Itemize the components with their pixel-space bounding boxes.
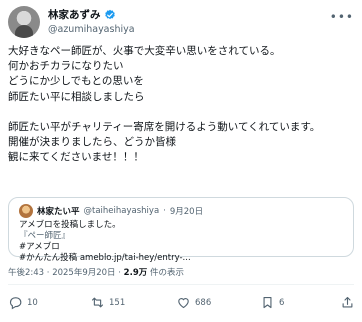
- reply-icon: [9, 297, 22, 310]
- quoted-line: #かんたん投稿 ameblo.jp/tai-hey/entry-...: [19, 253, 191, 263]
- post-date[interactable]: 2025年9月20日: [52, 268, 115, 278]
- view-count: 2.9万: [123, 268, 148, 278]
- like-button[interactable]: 686: [176, 295, 211, 310]
- quoted-author-handle: @taiheihayashiya: [83, 206, 160, 216]
- heart-icon: [178, 298, 189, 309]
- post-meta: 午後2:43 · 2025年9月20日 · 2.9万 件の表示: [8, 266, 184, 278]
- bookmark-icon: [263, 296, 272, 309]
- post-line: どうにか少しでもとの思いを: [8, 75, 144, 88]
- quoted-post-header: 林家たい平 @taiheihayashiya · 9月20日: [19, 204, 343, 218]
- reply-count: 10: [27, 297, 38, 308]
- post-line: 師匠たい平に相談しましたら: [8, 90, 145, 103]
- quoted-separator: ·: [163, 206, 166, 216]
- bookmark-count: 6: [279, 297, 285, 308]
- verified-badge-icon: [104, 9, 115, 19]
- bookmark-button[interactable]: 6: [260, 295, 284, 310]
- quoted-post[interactable]: 林家たい平 @taiheihayashiya · 9月20日 アメブロを投稿しま…: [8, 197, 354, 263]
- quoted-post-text: アメブロを投稿しました。 『ペー師匠』 #アメブロ #かんたん投稿 ameblo…: [19, 220, 343, 264]
- quoted-line: 『ペー師匠』: [19, 231, 71, 241]
- post-line: 開催が決まりましたら、どうか皆様: [8, 136, 176, 149]
- repost-count: 151: [109, 297, 126, 308]
- post-line: 観に来てくださいませ！！！: [8, 151, 144, 164]
- reply-button[interactable]: 10: [8, 295, 38, 310]
- like-count: 686: [195, 297, 212, 308]
- post-text: 大好きなペー師匠が、火事で大変辛い思いをされている。 何かおチカラになりたい ど…: [8, 44, 354, 165]
- view-count-suffix: 件の表示: [149, 268, 184, 278]
- post-line: 何かおチカラになりたい: [8, 60, 124, 73]
- quoted-author-name: 林家たい平: [37, 207, 80, 217]
- repost-icon: [91, 297, 104, 308]
- author-handle[interactable]: @azumihayashiya: [48, 24, 135, 35]
- repost-button[interactable]: 151: [90, 295, 125, 310]
- post-line-gap: [8, 105, 354, 120]
- quoted-line: #アメブロ: [19, 242, 60, 252]
- share-button[interactable]: [340, 295, 355, 310]
- post-header: 林家あずみ @azumihayashiya •••: [8, 6, 354, 40]
- author-display-name[interactable]: 林家あずみ: [48, 7, 101, 22]
- quoted-post-date: 9月20日: [169, 207, 204, 217]
- more-icon[interactable]: •••: [330, 10, 354, 24]
- post-line: 師匠たい平がチャリティー寄席を開けるよう動いてくれています。: [8, 120, 321, 133]
- post-time[interactable]: 午後2:43: [8, 268, 44, 278]
- quoted-line: アメブロを投稿しました。: [19, 220, 121, 230]
- share-icon: [342, 296, 353, 308]
- divider: [8, 284, 354, 285]
- action-bar: 10 151 686 6: [8, 295, 354, 315]
- author-avatar[interactable]: [8, 6, 40, 38]
- quoted-author-avatar: [19, 204, 33, 218]
- post-line: 大好きなペー師匠が、火事で大変辛い思いをされている。: [8, 45, 281, 57]
- author-name-row: 林家あずみ: [48, 7, 116, 22]
